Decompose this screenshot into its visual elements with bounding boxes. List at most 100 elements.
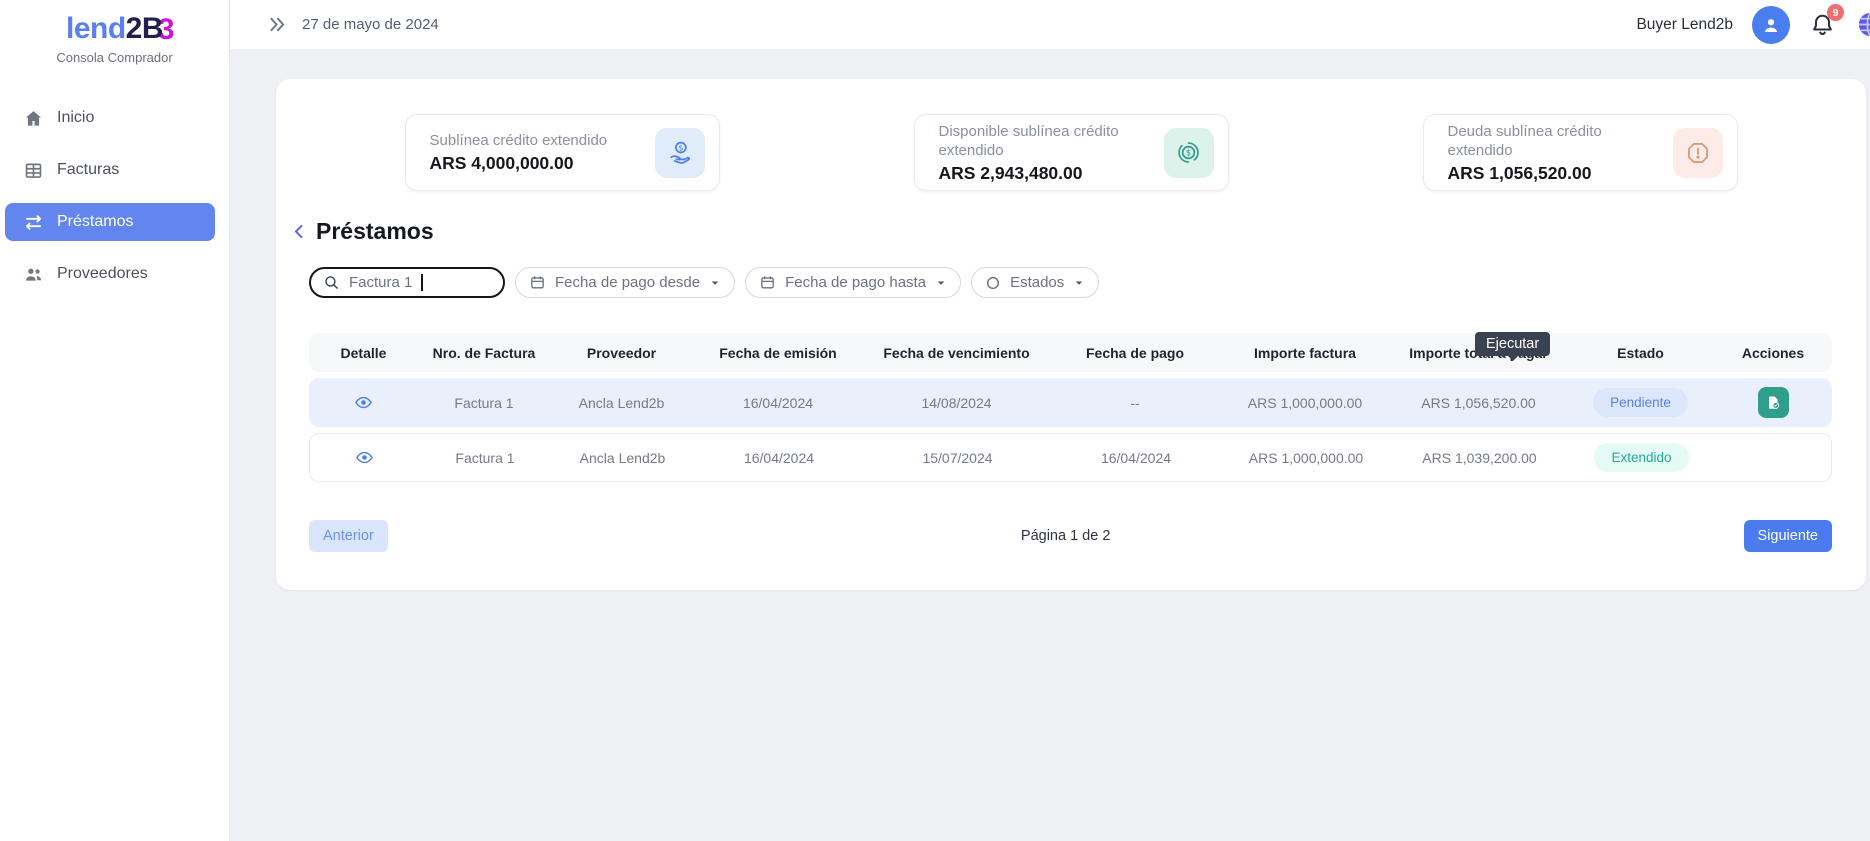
view-detail-button[interactable]	[310, 448, 419, 467]
sidebar-item-label: Facturas	[57, 161, 119, 179]
date-from-filter[interactable]: Fecha de pago desde	[515, 267, 735, 298]
card-disponible-sublinea: Disponible sublínea crédito extendido AR…	[914, 114, 1229, 191]
swap-arrows-icon	[23, 212, 44, 233]
sidebar-item-prestamos[interactable]: Préstamos	[5, 203, 215, 241]
sidebar-item-label: Inicio	[57, 109, 94, 127]
column-header: Proveedor	[550, 345, 693, 361]
search-value: Factura 1	[349, 274, 412, 291]
column-header: Detalle	[309, 345, 418, 361]
calendar-icon	[529, 274, 546, 291]
status-badge: Extendido	[1594, 443, 1688, 472]
collapse-sidebar-icon[interactable]	[267, 14, 288, 35]
status-badge: Pendiente	[1593, 388, 1688, 417]
invoices-grid-icon	[23, 160, 44, 181]
sidebar-item-inicio[interactable]: Inicio	[5, 99, 215, 137]
invoice-amount: ARS 1,000,000.00	[1220, 395, 1390, 411]
page-info: Página 1 de 2	[1021, 528, 1111, 544]
logo-secondary: 2B	[126, 12, 163, 45]
svg-text:$: $	[678, 142, 683, 152]
status-circle-icon	[985, 275, 1001, 291]
column-header: Estado	[1567, 345, 1714, 361]
date-to-filter[interactable]: Fecha de pago hasta	[745, 267, 961, 298]
topbar: 27 de mayo de 2024 Buyer Lend2b 9	[230, 0, 1870, 49]
sidebar: lend2B3 Consola Comprador Inicio Factura…	[0, 0, 230, 841]
card-deuda-sublinea: Deuda sublínea crédito extendido ARS 1,0…	[1423, 114, 1738, 191]
table-row[interactable]: Factura 1 Ancla Lend2b 16/04/2024 15/07/…	[309, 433, 1832, 482]
date-to-label: Fecha de pago hasta	[785, 274, 926, 291]
due-date: 14/08/2024	[863, 395, 1050, 411]
due-date: 15/07/2024	[864, 450, 1051, 466]
total-amount: ARS 1,056,520.00	[1390, 395, 1567, 411]
logo-primary: lend	[66, 12, 126, 45]
brand-logo: lend2B3 Consola Comprador	[0, 0, 229, 65]
console-subtitle: Consola Comprador	[0, 50, 229, 65]
sidebar-nav: Inicio Facturas Préstamos Proveedores	[0, 99, 229, 293]
column-header: Acciones	[1714, 345, 1832, 361]
provider: Ancla Lend2b	[551, 450, 694, 466]
view-detail-button[interactable]	[309, 393, 418, 412]
summary-cards: Sublínea crédito extendido ARS 4,000,000…	[276, 114, 1866, 191]
chevron-down-icon	[935, 277, 947, 289]
date-from-label: Fecha de pago desde	[555, 274, 700, 291]
chevron-down-icon	[709, 277, 721, 289]
main-panel: Sublínea crédito extendido ARS 4,000,000…	[276, 79, 1866, 590]
provider: Ancla Lend2b	[550, 395, 693, 411]
card-label: Sublínea crédito extendido	[430, 131, 608, 151]
card-label: Deuda sublínea crédito extendido	[1448, 122, 1663, 161]
search-icon	[323, 274, 340, 291]
users-icon	[23, 264, 44, 285]
calendar-icon	[759, 274, 776, 291]
issue-date: 16/04/2024	[693, 395, 863, 411]
card-label: Disponible sublínea crédito extendido	[939, 122, 1154, 161]
previous-page-button[interactable]: Anterior	[309, 520, 388, 552]
back-chevron-icon[interactable]	[290, 222, 309, 241]
issue-date: 16/04/2024	[694, 450, 864, 466]
sidebar-item-proveedores[interactable]: Proveedores	[5, 255, 215, 293]
page-title-row: Préstamos	[290, 218, 1866, 245]
svg-text:$: $	[1186, 148, 1191, 158]
file-check-icon	[1765, 394, 1782, 411]
payment-date: 16/04/2024	[1051, 450, 1221, 466]
current-date: 27 de mayo de 2024	[302, 16, 439, 33]
card-value: ARS 4,000,000.00	[430, 153, 608, 174]
logo-text: lend2B3	[66, 12, 163, 46]
user-avatar[interactable]	[1752, 6, 1790, 44]
home-icon	[23, 108, 44, 129]
language-globe-icon[interactable]	[1855, 9, 1870, 40]
sidebar-item-label: Préstamos	[57, 213, 133, 231]
search-input[interactable]: Factura 1	[309, 267, 505, 298]
card-value: ARS 2,943,480.00	[939, 163, 1154, 184]
states-label: Estados	[1010, 274, 1064, 291]
page-title: Préstamos	[316, 218, 434, 245]
user-account-label[interactable]: Buyer Lend2b	[1636, 16, 1733, 34]
coins-icon: $	[1164, 128, 1214, 178]
execute-loan-button[interactable]	[1758, 387, 1789, 418]
card-value: ARS 1,056,520.00	[1448, 163, 1663, 184]
states-filter[interactable]: Estados	[971, 267, 1099, 298]
column-header: Nro. de Factura	[418, 345, 550, 361]
notification-count-badge: 9	[1827, 4, 1844, 21]
payment-date: --	[1050, 395, 1220, 411]
column-header: Importe factura	[1220, 345, 1390, 361]
column-header: Fecha de emisión	[693, 345, 863, 361]
column-header: Fecha de vencimiento	[863, 345, 1050, 361]
hand-coin-icon: $	[655, 128, 705, 178]
column-header: Fecha de pago	[1050, 345, 1220, 361]
alert-octagon-icon	[1673, 128, 1723, 178]
total-amount: ARS 1,039,200.00	[1391, 450, 1568, 466]
invoice-amount: ARS 1,000,000.00	[1221, 450, 1391, 466]
notifications-button[interactable]: 9	[1809, 11, 1836, 38]
next-page-button[interactable]: Siguiente	[1744, 520, 1832, 552]
pagination: Anterior Página 1 de 2 Siguiente	[309, 520, 1832, 552]
invoice-number: Factura 1	[418, 395, 550, 411]
ejecutar-tooltip: Ejecutar	[1475, 332, 1550, 356]
invoice-number: Factura 1	[419, 450, 551, 466]
loans-table: Detalle Nro. de Factura Proveedor Fecha …	[309, 333, 1833, 482]
text-cursor	[421, 274, 423, 291]
table-row[interactable]: Factura 1 Ancla Lend2b 16/04/2024 14/08/…	[309, 378, 1832, 427]
sidebar-item-facturas[interactable]: Facturas	[5, 151, 215, 189]
filters-row: Factura 1 Fecha de pago desde Fecha de p…	[309, 267, 1866, 298]
table-header-row: Detalle Nro. de Factura Proveedor Fecha …	[309, 333, 1832, 372]
chevron-down-icon	[1073, 277, 1085, 289]
sidebar-item-label: Proveedores	[57, 265, 148, 283]
